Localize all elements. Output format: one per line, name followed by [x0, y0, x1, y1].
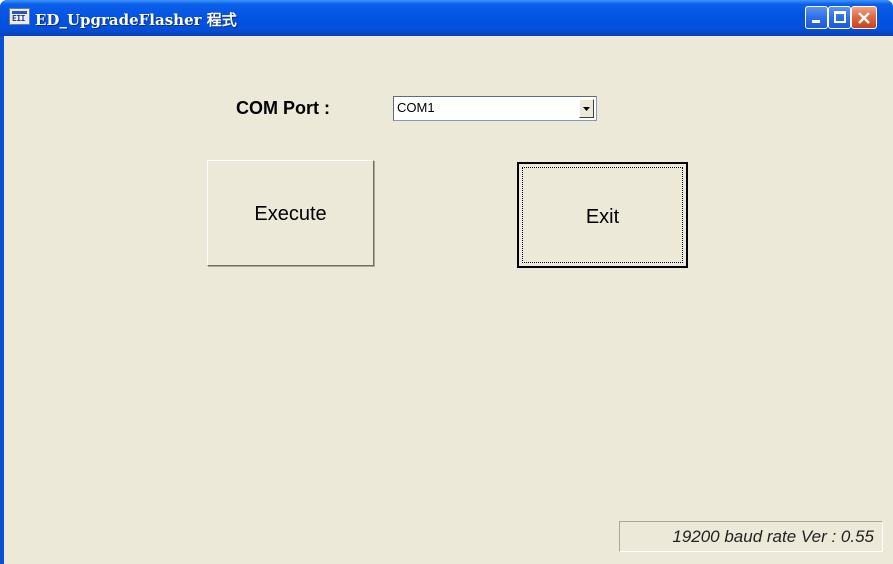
chevron-down-icon: [583, 107, 590, 111]
app-icon-text: EII: [12, 14, 25, 23]
minimize-icon: [812, 20, 820, 23]
title-bar[interactable]: EII ED_UpgradeFlasher 程式: [0, 0, 893, 36]
app-icon[interactable]: EII: [9, 8, 30, 25]
status-panel: 19200 baud rate Ver : 0.55: [619, 521, 883, 552]
app-window: EII ED_UpgradeFlasher 程式 COM Port : COM1: [0, 0, 893, 564]
execute-button-label: Execute: [254, 203, 327, 225]
close-button[interactable]: [851, 6, 877, 29]
minimize-button[interactable]: [805, 6, 828, 29]
exit-button[interactable]: Exit: [517, 162, 688, 268]
maximize-button[interactable]: [828, 6, 851, 29]
com-port-label: COM Port :: [236, 98, 330, 118]
dropdown-button[interactable]: [579, 99, 594, 118]
com-port-select[interactable]: COM1: [393, 96, 597, 121]
exit-button-label: Exit: [585, 206, 620, 228]
maximize-icon: [834, 11, 846, 23]
com-port-value: COM1: [397, 100, 435, 115]
client-area: COM Port : COM1 Execute Exit 19200 baud …: [4, 36, 893, 564]
window-title: ED_UpgradeFlasher 程式: [35, 11, 237, 29]
close-icon: [858, 12, 870, 24]
execute-button[interactable]: Execute: [207, 160, 374, 266]
